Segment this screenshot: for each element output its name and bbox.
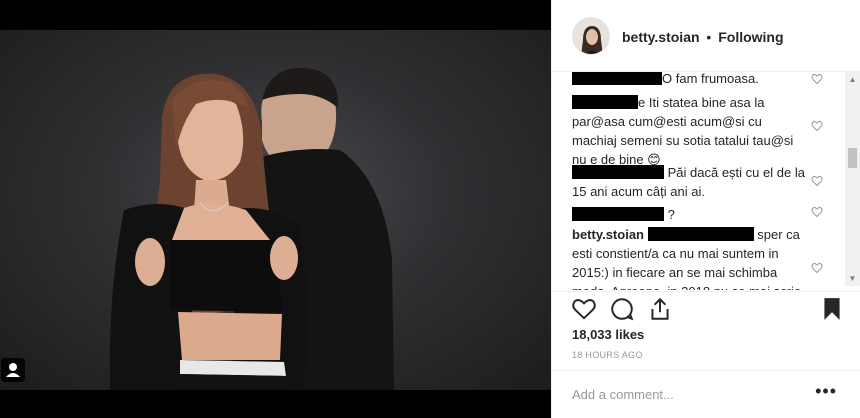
- comment-like-icon[interactable]: [811, 262, 823, 274]
- comment-item: Păi dacă ești cu el de la 15 ani acum câ…: [572, 163, 807, 201]
- comment-text: ?: [667, 207, 675, 222]
- user-tag-icon[interactable]: [1, 358, 25, 382]
- scroll-up-arrow-icon[interactable]: ▲: [845, 72, 860, 87]
- comment-like-icon[interactable]: [811, 120, 823, 132]
- redacted-username: [572, 207, 664, 221]
- comment-scrollbar[interactable]: ▲ ▼: [845, 72, 860, 286]
- heart-icon[interactable]: [571, 296, 597, 322]
- redacted-username: [572, 95, 638, 109]
- redacted-username: [647, 227, 754, 241]
- redacted-username: [572, 165, 664, 179]
- comment-like-icon[interactable]: [811, 73, 823, 85]
- action-bar: [552, 291, 860, 327]
- comment-item: O fam frumoasa.: [572, 72, 807, 88]
- photo-illustration: [109, 67, 394, 390]
- post-header: betty.stoian • Following: [552, 0, 860, 72]
- scroll-thumb[interactable]: [848, 148, 857, 168]
- header-text: betty.stoian • Following: [622, 29, 784, 45]
- add-comment-bar: Add a comment... •••: [552, 370, 860, 418]
- comment-like-icon[interactable]: [811, 206, 823, 218]
- post-photo[interactable]: [0, 30, 551, 390]
- more-options-icon[interactable]: •••: [815, 381, 837, 402]
- comment-list[interactable]: O fam frumoasa. e Iti statea bine asa la…: [552, 72, 860, 290]
- bookmark-icon[interactable]: [819, 296, 845, 322]
- header-username[interactable]: betty.stoian: [622, 29, 700, 45]
- comment-item: e Iti statea bine asa la par@asa cum@est…: [572, 93, 807, 169]
- redacted-username: [572, 72, 662, 85]
- comment-text: O fam frumoasa.: [662, 72, 759, 86]
- post-timestamp[interactable]: 18 HOURS AGO: [572, 350, 643, 360]
- share-icon[interactable]: [647, 296, 673, 322]
- comment-author[interactable]: betty.stoian: [572, 227, 644, 242]
- photo-area: [0, 0, 551, 418]
- avatar[interactable]: [572, 17, 610, 55]
- following-button[interactable]: Following: [718, 29, 783, 45]
- comment-icon[interactable]: [609, 296, 635, 322]
- comment-item: betty.stoian sper ca esti constient/a ca…: [572, 225, 807, 290]
- comment-like-icon[interactable]: [811, 175, 823, 187]
- scroll-down-arrow-icon[interactable]: ▼: [845, 271, 860, 286]
- post-side-panel: betty.stoian • Following O fam frumoasa.…: [551, 0, 860, 418]
- comment-item: ?: [572, 205, 807, 224]
- add-comment-input[interactable]: Add a comment...: [572, 387, 674, 402]
- header-separator: •: [706, 29, 712, 45]
- like-count[interactable]: 18,033 likes: [572, 327, 644, 342]
